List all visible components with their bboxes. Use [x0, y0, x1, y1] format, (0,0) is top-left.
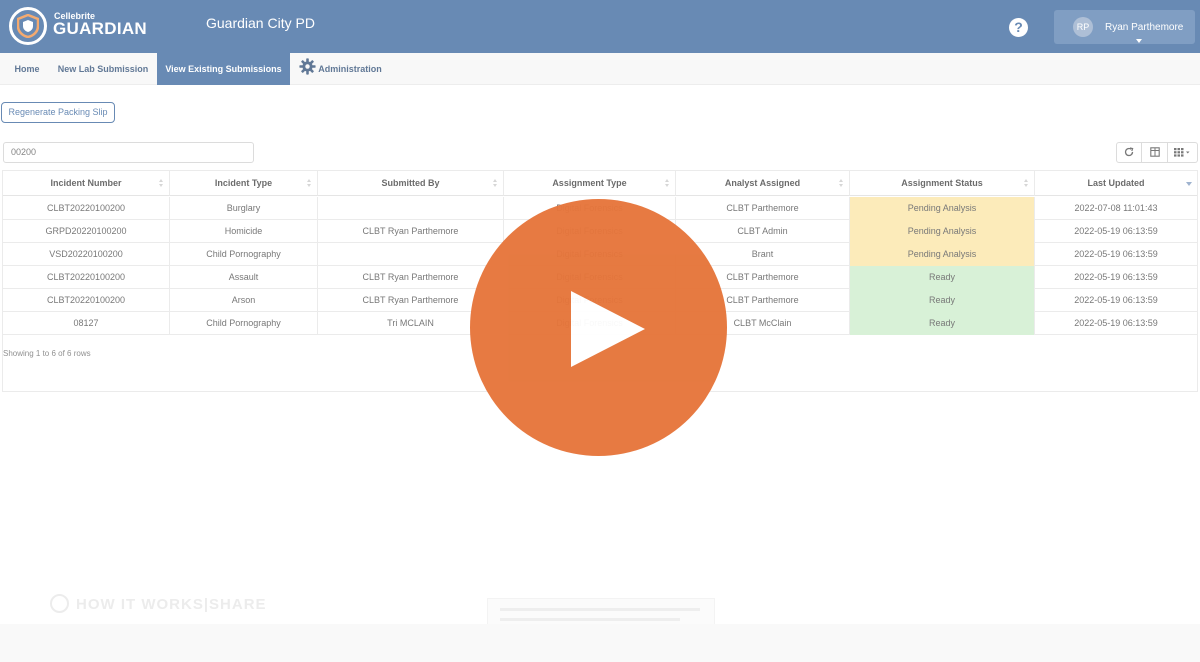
- caption-line: [500, 608, 700, 611]
- how-it-works-icon: [50, 594, 69, 613]
- play-button[interactable]: [470, 199, 727, 456]
- how-it-works-label[interactable]: HOW IT WORKS|SHARE: [76, 596, 267, 613]
- play-icon: [571, 291, 645, 367]
- bottom-fade: [0, 624, 1200, 662]
- how-it-works-text: HOW IT WORKS: [76, 596, 204, 613]
- share-link[interactable]: SHARE: [209, 596, 267, 613]
- caption-line: [500, 618, 680, 621]
